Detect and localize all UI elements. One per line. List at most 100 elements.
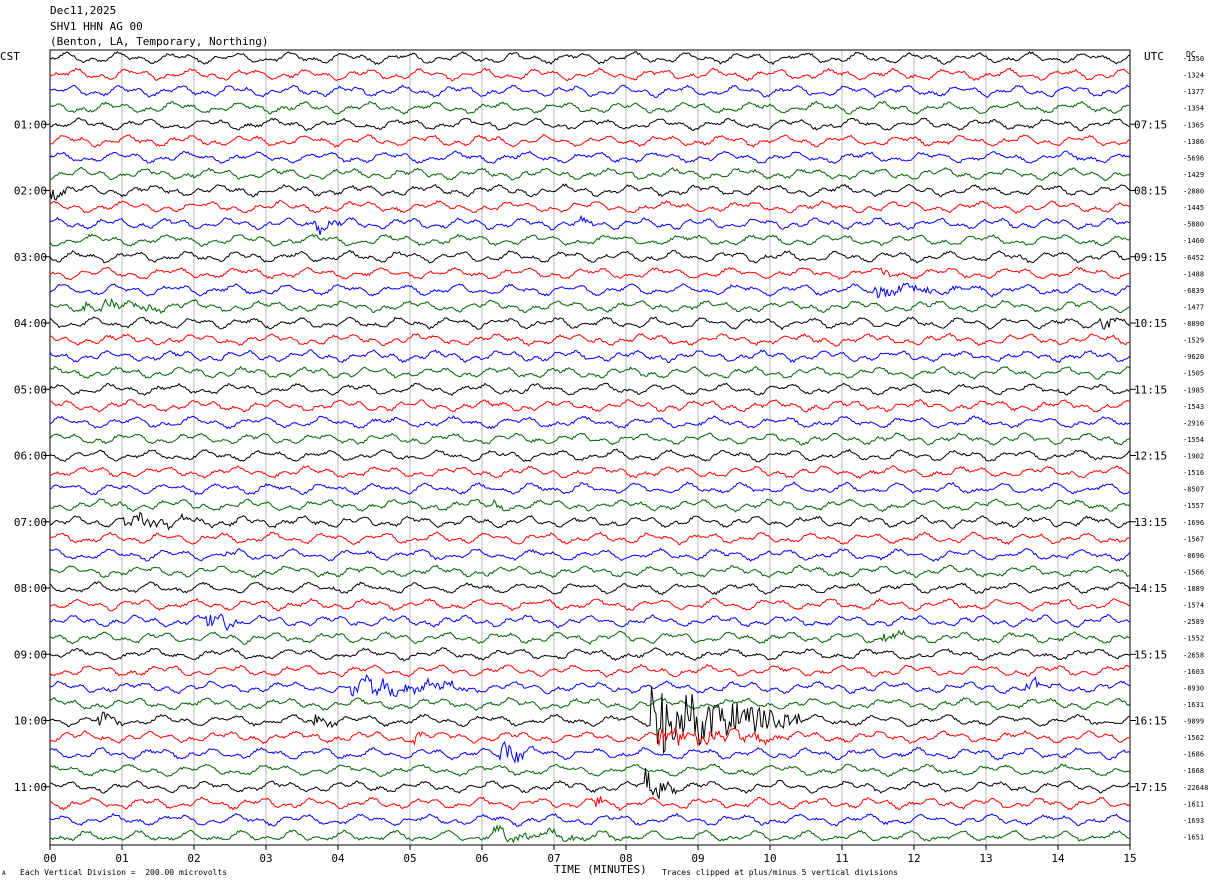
- seismic-trace: [49, 214, 1131, 236]
- dc-offset-label: -1429: [1183, 171, 1204, 179]
- left-hour-label: 07:00: [14, 516, 47, 529]
- seismic-trace: [49, 647, 1131, 662]
- right-hour-label: 13:15: [1134, 516, 1167, 529]
- dc-offset-label: -1543: [1183, 403, 1204, 411]
- seismic-trace: [49, 581, 1131, 596]
- seismic-trace: [49, 531, 1131, 546]
- left-hour-label: 01:00: [14, 118, 47, 131]
- seismic-trace: [49, 166, 1131, 181]
- x-tick-label: 07: [547, 852, 560, 865]
- dc-offset-label: -1985: [1183, 386, 1204, 394]
- dc-offset-label: -1696: [1183, 519, 1204, 527]
- dc-offset-label: -1529: [1183, 337, 1204, 345]
- seismic-trace: [49, 432, 1131, 446]
- dc-offset-label: -1611: [1183, 800, 1204, 808]
- dc-offset-label: -1902: [1183, 453, 1204, 461]
- x-tick-label: 11: [835, 852, 848, 865]
- dc-offset-label: -22648: [1183, 784, 1208, 792]
- seismic-trace: [49, 740, 1131, 764]
- right-hour-label: 11:15: [1134, 383, 1167, 396]
- left-hour-label: 11:00: [14, 781, 47, 794]
- dc-offset-label: -1603: [1183, 668, 1204, 676]
- seismic-trace: [49, 795, 1131, 812]
- seismic-trace: [49, 767, 1131, 801]
- dc-offset-label: -8890: [1183, 320, 1204, 328]
- right-hour-label: 08:15: [1134, 185, 1167, 198]
- x-tick-label: 01: [115, 852, 128, 865]
- left-hour-label: 10:00: [14, 715, 47, 728]
- dc-offset-label: -1686: [1183, 751, 1204, 759]
- left-hour-label: 06:00: [14, 450, 47, 463]
- dc-offset-label: -2880: [1183, 188, 1204, 196]
- right-hour-label: 17:15: [1134, 781, 1167, 794]
- dc-offset-label: -9899: [1183, 718, 1204, 726]
- seismic-trace: [49, 266, 1131, 281]
- right-hour-label: 07:15: [1134, 118, 1167, 131]
- seismic-trace: [49, 465, 1131, 480]
- seismic-trace: [49, 233, 1131, 247]
- seismic-trace: [49, 100, 1131, 115]
- x-tick-label: 14: [1051, 852, 1065, 865]
- x-tick-label: 09: [691, 852, 704, 865]
- right-hour-label: 14:15: [1134, 582, 1167, 595]
- left-hour-label: 08:00: [14, 582, 47, 595]
- x-tick-label: 12: [907, 852, 920, 865]
- seismic-trace: [49, 183, 1131, 201]
- seismic-trace: [49, 349, 1131, 364]
- seismic-trace: [49, 726, 1131, 747]
- right-hour-label: 15:15: [1134, 648, 1167, 661]
- seismic-trace: [49, 564, 1131, 579]
- x-tick-label: 04: [331, 852, 345, 865]
- seismic-trace: [49, 67, 1131, 82]
- helicorder-plot: -1350 -1324 -1377 -1354 -1365 -1386 -5696 -1429…: [14, 49, 1208, 865]
- x-tick-label: 00: [43, 852, 56, 865]
- seismic-trace: [49, 316, 1131, 331]
- dc-offset-label: -1651: [1183, 833, 1204, 841]
- seismic-trace: [49, 50, 1131, 66]
- seismic-trace: [49, 117, 1131, 132]
- dc-offset-label: -1488: [1183, 270, 1204, 278]
- x-tick-label: 02: [187, 852, 200, 865]
- dc-offset-label: -2916: [1183, 419, 1204, 427]
- dc-offset-label: -1460: [1183, 237, 1204, 245]
- dc-offset-label: -1377: [1183, 88, 1204, 96]
- seismic-trace: [49, 674, 1131, 698]
- seismic-trace: [49, 282, 1131, 300]
- dc-offset-label: -8696: [1183, 552, 1204, 560]
- right-hour-label: 16:15: [1134, 715, 1167, 728]
- x-tick-label: 10: [763, 852, 776, 865]
- dc-offset-label: -1350: [1183, 55, 1204, 63]
- seismic-trace: [49, 133, 1131, 148]
- seismic-trace: [49, 365, 1131, 380]
- dc-offset-label: -8507: [1183, 486, 1204, 494]
- seismic-trace: [49, 415, 1131, 430]
- right-hour-label: 10:15: [1134, 317, 1167, 330]
- dc-offset-label: -1516: [1183, 469, 1204, 477]
- seismic-trace: [49, 697, 1131, 711]
- dc-offset-label: -6452: [1183, 254, 1204, 262]
- dc-offset-label: -2658: [1183, 651, 1204, 659]
- dc-offset-label: -5880: [1183, 221, 1204, 229]
- dc-offset-label: -1631: [1183, 701, 1204, 709]
- seismic-trace: [49, 597, 1131, 612]
- seismic-trace: [49, 663, 1131, 678]
- seismic-trace: [49, 629, 1131, 645]
- seismic-trace: [49, 448, 1131, 463]
- seismic-trace: [49, 84, 1131, 99]
- dc-offset-label: -1693: [1183, 817, 1204, 825]
- dc-offset-label: -1668: [1183, 767, 1204, 775]
- seismic-trace: [49, 398, 1131, 413]
- dc-offset-label: -8930: [1183, 684, 1204, 692]
- seismic-trace: [49, 200, 1131, 215]
- left-hour-label: 05:00: [14, 383, 47, 396]
- dc-offset-label: -1567: [1183, 535, 1204, 543]
- x-tick-label: 13: [979, 852, 992, 865]
- x-tick-label: 08: [619, 852, 632, 865]
- seismic-trace: [50, 686, 1131, 754]
- seismic-trace: [49, 297, 1131, 314]
- dc-offset-label: -1566: [1183, 568, 1204, 576]
- dc-offset-label: -1889: [1183, 585, 1204, 593]
- seismic-trace: [49, 332, 1131, 347]
- dc-offset-label: -1354: [1183, 105, 1204, 113]
- dc-offset-label: -1552: [1183, 635, 1204, 643]
